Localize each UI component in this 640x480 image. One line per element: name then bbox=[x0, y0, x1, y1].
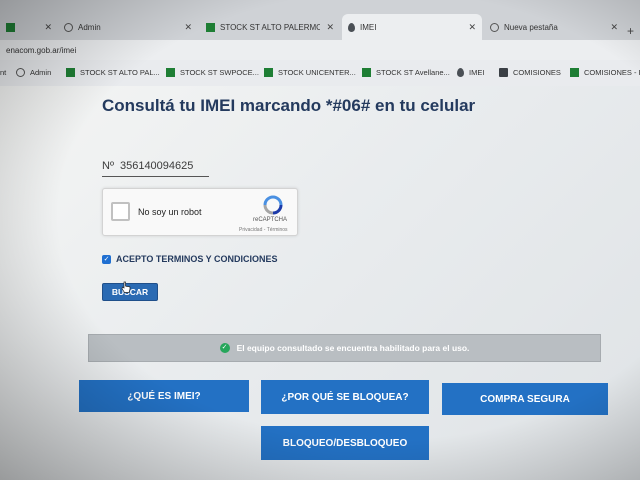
recaptcha-links[interactable]: Privacidad - Términos bbox=[239, 227, 288, 233]
bookmark-stock-unicenter[interactable]: STOCK UNICENTER... bbox=[264, 68, 356, 77]
spreadsheet-icon bbox=[362, 68, 371, 77]
browser-tab-bar: ✕ Admin ✕ STOCK ST ALTO PALERMO F ✕ IMEI… bbox=[0, 0, 640, 40]
tab-label: Admin bbox=[78, 22, 101, 32]
new-tab-icon[interactable]: + bbox=[627, 24, 634, 38]
bookmark-item[interactable]: nt bbox=[0, 68, 6, 77]
url-text[interactable]: enacom.gob.ar/imei bbox=[6, 46, 76, 55]
globe-icon bbox=[490, 22, 499, 32]
imei-prefix: Nº bbox=[102, 160, 114, 172]
spreadsheet-icon bbox=[66, 68, 75, 77]
globe-icon bbox=[64, 22, 73, 32]
check-circle-icon: ✓ bbox=[219, 343, 230, 353]
safe-purchase-button[interactable]: COMPRA SEGURA bbox=[442, 383, 608, 415]
spreadsheet-icon bbox=[206, 22, 215, 32]
status-alert: ✓ El equipo consultado se encuentra habi… bbox=[88, 334, 601, 362]
close-icon[interactable]: ✕ bbox=[44, 22, 52, 33]
bookmark-label: STOCK UNICENTER... bbox=[278, 68, 356, 77]
hand-pointer-icon bbox=[121, 281, 131, 293]
checkbox-checked-icon[interactable]: ✓ bbox=[102, 254, 111, 264]
bookmark-label: STOCK ST Avellane... bbox=[376, 68, 450, 77]
bookmarks-bar: nt Admin STOCK ST ALTO PAL... STOCK ST S… bbox=[0, 60, 640, 87]
tab-label: IMEI bbox=[360, 22, 377, 32]
bookmark-comisiones-f[interactable]: COMISIONES - F bbox=[570, 68, 640, 77]
terms-label: ACEPTO TERMINOS Y CONDICIONES bbox=[116, 254, 278, 264]
bookmark-label: STOCK ST ALTO PAL... bbox=[80, 68, 160, 77]
tab-imei[interactable]: IMEI ✕ bbox=[342, 14, 482, 40]
close-icon[interactable]: ✕ bbox=[326, 22, 334, 33]
bookmark-label: IMEI bbox=[469, 68, 485, 77]
bookmark-label: nt bbox=[0, 68, 7, 77]
recaptcha-label: No soy un robot bbox=[138, 207, 202, 217]
recaptcha-widget: No soy un robot reCAPTCHA Privacidad - T… bbox=[102, 188, 298, 236]
page-content: Consultá tu IMEI marcando *#06# en tu ce… bbox=[0, 86, 640, 480]
tab-label: STOCK ST ALTO PALERMO F bbox=[220, 22, 320, 32]
imei-value[interactable]: 356140094625 bbox=[120, 160, 193, 172]
bookmark-label: COMISIONES - F bbox=[584, 68, 640, 77]
bookmark-stock-avellaneda[interactable]: STOCK ST Avellane... bbox=[362, 68, 450, 77]
list-icon bbox=[499, 68, 508, 77]
tab-label: Nueva pestaña bbox=[504, 22, 558, 32]
bookmark-label: Admin bbox=[30, 68, 52, 77]
bookmark-label: STOCK ST SWPOCE... bbox=[180, 68, 259, 77]
imei-input[interactable]: Nº 356140094625 bbox=[102, 156, 209, 177]
bookmark-comisiones[interactable]: COMISIONES bbox=[499, 68, 561, 77]
tab-spreadsheet[interactable]: ✕ bbox=[0, 14, 58, 40]
spreadsheet-icon bbox=[166, 68, 175, 77]
what-is-imei-button[interactable]: ¿QUÉ ES IMEI? bbox=[79, 380, 249, 412]
bookmark-admin[interactable]: Admin bbox=[16, 68, 51, 77]
tab-new[interactable]: Nueva pestaña ✕ bbox=[484, 14, 624, 40]
close-icon[interactable]: ✕ bbox=[468, 22, 476, 33]
close-icon[interactable]: ✕ bbox=[184, 22, 192, 33]
globe-icon bbox=[16, 68, 25, 77]
tab-admin[interactable]: Admin ✕ bbox=[58, 14, 198, 40]
spreadsheet-icon bbox=[570, 68, 579, 77]
bookmark-stock-alto[interactable]: STOCK ST ALTO PAL... bbox=[66, 68, 160, 77]
enacom-drop-icon bbox=[348, 22, 355, 32]
block-unblock-button[interactable]: BLOQUEO/DESBLOQUEO bbox=[261, 426, 429, 460]
recaptcha-brand: reCAPTCHA bbox=[253, 217, 288, 223]
recaptcha-checkbox[interactable] bbox=[111, 202, 130, 221]
page-title: Consultá tu IMEI marcando *#06# en tu ce… bbox=[102, 96, 476, 115]
bookmark-stock-swpoce[interactable]: STOCK ST SWPOCE... bbox=[166, 68, 259, 77]
bookmark-imei[interactable]: IMEI bbox=[457, 68, 484, 77]
spreadsheet-icon bbox=[264, 68, 273, 77]
alert-message: El equipo consultado se encuentra habili… bbox=[236, 343, 470, 353]
address-bar[interactable]: enacom.gob.ar/imei bbox=[0, 40, 640, 60]
enacom-drop-icon bbox=[457, 68, 464, 77]
terms-checkbox-row[interactable]: ✓ ACEPTO TERMINOS Y CONDICIONES bbox=[102, 254, 278, 264]
bookmark-label: COMISIONES bbox=[513, 68, 561, 77]
close-icon[interactable]: ✕ bbox=[610, 22, 618, 33]
tab-stock-alto-palermo[interactable]: STOCK ST ALTO PALERMO F ✕ bbox=[200, 14, 340, 40]
why-blocked-button[interactable]: ¿POR QUÉ SE BLOQUEA? bbox=[261, 380, 429, 414]
recaptcha-logo-icon bbox=[263, 195, 283, 215]
spreadsheet-icon bbox=[6, 22, 15, 32]
